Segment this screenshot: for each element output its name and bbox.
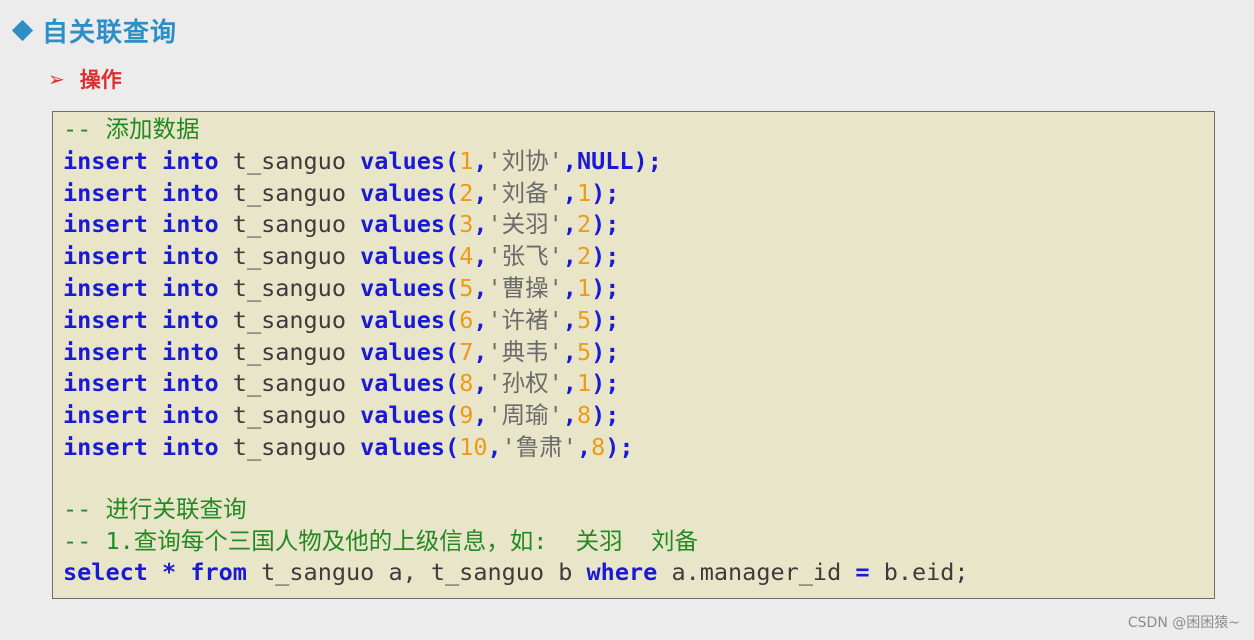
comment-join-query: -- 进行关联查询 <box>63 494 247 523</box>
code-block: -- 添加数据 insert into t_sanguo values(1,'刘… <box>52 111 1215 599</box>
comment-query-1: -- 1.查询每个三国人物及他的上级信息，如: 关羽 刘备 <box>63 526 698 555</box>
heading-text: 自关联查询 <box>42 18 178 48</box>
insert-statement: insert into t_sanguo values(1,'刘协',NULL)… <box>63 146 662 175</box>
insert-statement: insert into t_sanguo values(3,'关羽',2); <box>63 210 620 239</box>
sub-heading: ➢ 操作 <box>48 64 122 94</box>
select-statement: select * from t_sanguo a, t_sanguo b whe… <box>63 558 969 587</box>
watermark: CSDN @困困猿~ <box>1127 615 1240 631</box>
insert-statement: insert into t_sanguo values(7,'典韦',5); <box>63 337 620 366</box>
section-heading: 自关联查询 <box>11 12 178 49</box>
arrow-bullet-icon: ➢ <box>48 67 65 91</box>
insert-statement: insert into t_sanguo values(10,'鲁肃',8); <box>63 432 634 461</box>
insert-statement: insert into t_sanguo values(5,'曹操',1); <box>63 273 620 302</box>
insert-statements: insert into t_sanguo values(1,'刘协',NULL)… <box>63 146 1214 464</box>
diamond-bullet-icon <box>11 19 34 42</box>
sub-heading-text: 操作 <box>79 68 122 92</box>
insert-statement: insert into t_sanguo values(9,'周瑜',8); <box>63 401 620 430</box>
insert-statement: insert into t_sanguo values(8,'孙权',1); <box>63 369 620 398</box>
insert-statement: insert into t_sanguo values(4,'张飞',2); <box>63 242 620 271</box>
insert-statement: insert into t_sanguo values(2,'刘备',1); <box>63 178 620 207</box>
comment-add-data: -- 添加数据 <box>63 115 200 143</box>
insert-statement: insert into t_sanguo values(6,'许褚',5); <box>63 305 620 334</box>
